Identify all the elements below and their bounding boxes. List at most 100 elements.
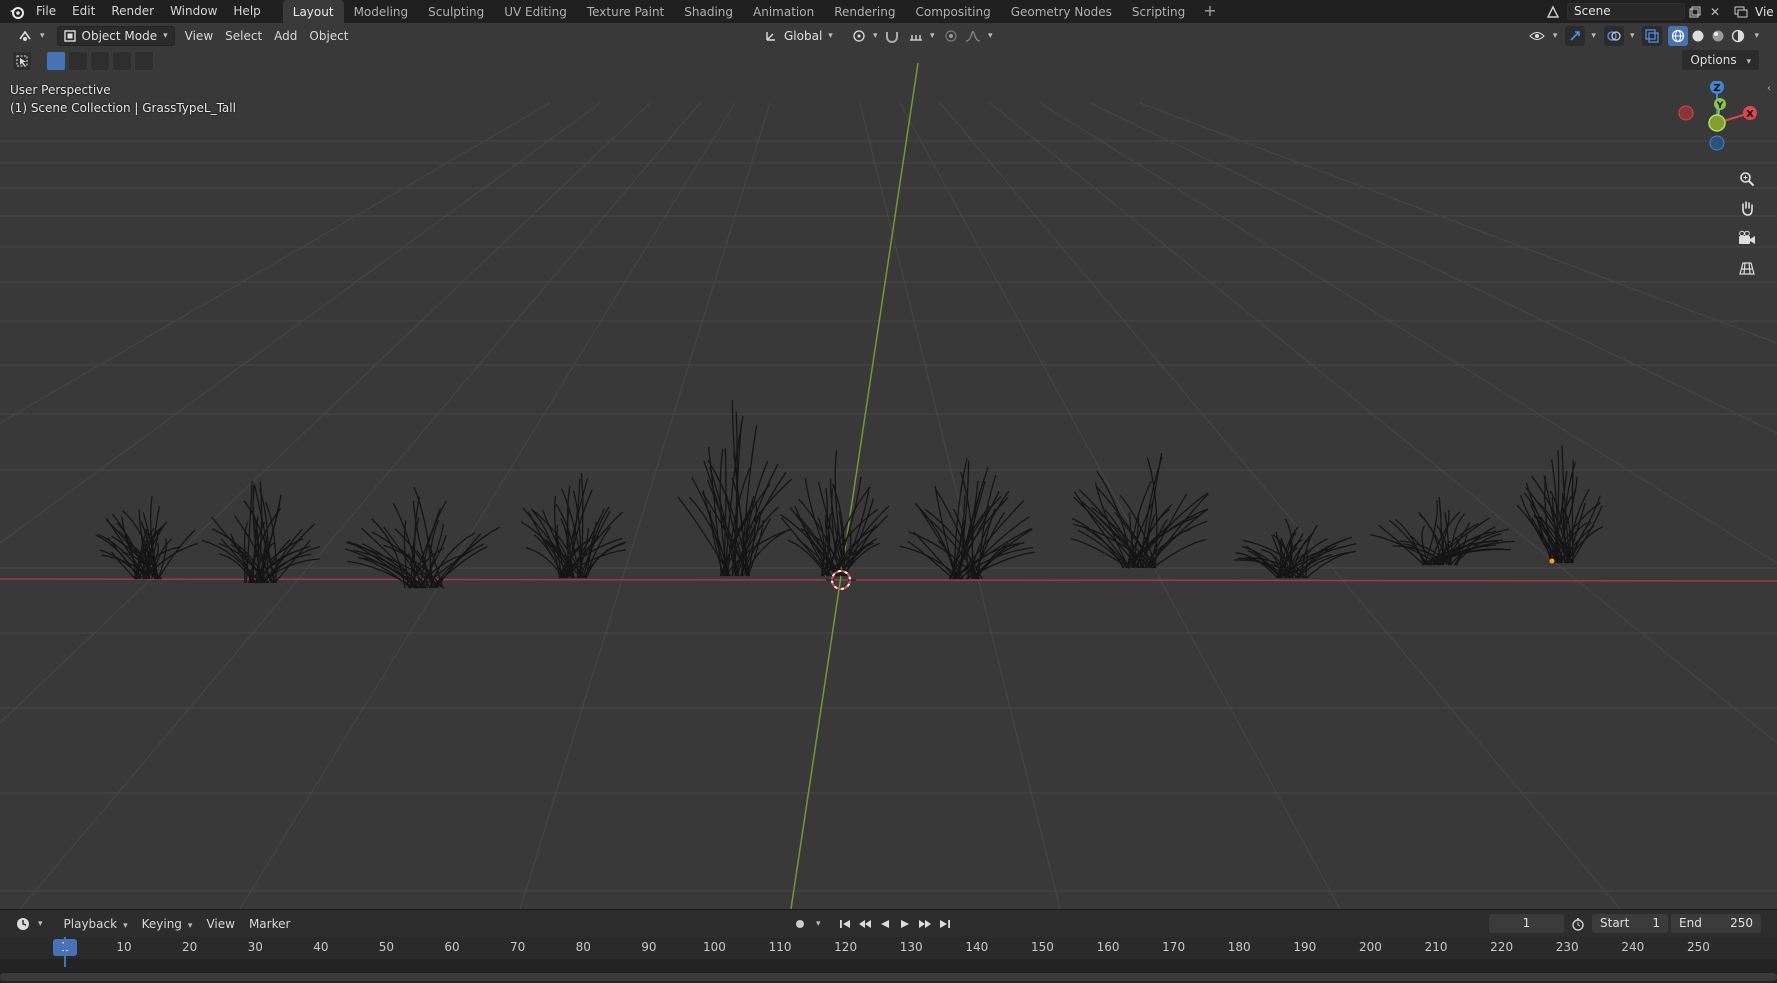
falloff-button[interactable]: ▾ [958, 26, 999, 46]
wireframe-shading-icon[interactable] [1668, 26, 1689, 46]
ruler-tick-label: 180 [1227, 940, 1251, 954]
playback-menu[interactable]: Playback ▾ [57, 917, 135, 931]
mode-label: Object Mode [81, 29, 158, 43]
tab-modeling[interactable]: Modeling [344, 0, 419, 23]
ruler-tick-label: 220 [1490, 940, 1514, 954]
mode-dropdown[interactable]: Object Mode ▾ [56, 26, 175, 46]
timeline-track-area[interactable] [0, 937, 1777, 983]
play-reverse-icon[interactable] [875, 914, 895, 934]
perspective-label: User Perspective [10, 83, 111, 97]
ruler-tick-label: 230 [1555, 940, 1579, 954]
stopwatch-icon[interactable] [1568, 914, 1588, 934]
tab-shading[interactable]: Shading [674, 0, 743, 23]
ruler-tick-label: 200 [1358, 940, 1382, 954]
tab-uv-editing[interactable]: UV Editing [494, 0, 577, 23]
tab-layout[interactable]: Layout [282, 0, 344, 23]
view-menu[interactable]: View [179, 26, 219, 46]
current-frame-field[interactable]: 1 [1489, 914, 1564, 933]
editor-type-button[interactable]: ▾ [12, 26, 51, 46]
new-scene-icon[interactable] [1685, 2, 1705, 22]
menu-window[interactable]: Window [162, 0, 225, 23]
menu-help[interactable]: Help [225, 0, 268, 23]
timeline-editor-type-button[interactable]: ▾ [10, 914, 49, 934]
end-frame-field[interactable]: End 250 [1671, 914, 1761, 933]
play-icon[interactable] [895, 914, 915, 934]
camera-icon[interactable] [1735, 226, 1759, 250]
navigation-gizmo[interactable]: Z Y X [1672, 81, 1768, 165]
delete-scene-icon[interactable]: ✕ [1705, 2, 1725, 22]
zoom-icon[interactable] [1735, 167, 1759, 191]
ruler-tick-label: 50 [378, 940, 395, 954]
tab-texture-paint[interactable]: Texture Paint [577, 0, 674, 23]
timeline-scrollbar[interactable] [0, 973, 1777, 981]
next-keyframe-icon[interactable] [915, 914, 935, 934]
grass-blade [1077, 529, 1130, 569]
gizmo-toggle-icon[interactable] [1565, 26, 1586, 46]
pan-hand-icon[interactable] [1735, 196, 1759, 220]
xray-toggle-icon[interactable] [1642, 26, 1663, 46]
workspace-tabs: Layout Modeling Sculpting UV Editing Tex… [282, 0, 1225, 23]
rendered-shading-icon[interactable] [1728, 26, 1748, 46]
timeline-view-menu[interactable]: View [199, 917, 241, 931]
options-dropdown[interactable]: Options ▾ [1682, 50, 1759, 70]
select-tool-icon[interactable] [12, 51, 32, 71]
record-keyframe-icon[interactable] [790, 914, 810, 934]
select-mode-intersect-icon[interactable] [134, 51, 154, 71]
magnet-icon [886, 32, 898, 43]
ruler-tick-label: 160 [1096, 940, 1120, 954]
view-layer-icon[interactable] [1731, 2, 1751, 22]
tab-scripting[interactable]: Scripting [1122, 0, 1195, 23]
orientation-dropdown[interactable]: Global ▾ [758, 26, 839, 46]
ruler-tick-label: 20 [181, 940, 198, 954]
scene-icon[interactable] [1543, 2, 1563, 22]
menu-edit[interactable]: Edit [64, 0, 103, 23]
select-mode-extend-icon[interactable] [68, 51, 88, 71]
editor-type-icon [19, 30, 31, 41]
grass-blade [1141, 453, 1163, 569]
sidebar-toggle-icon[interactable]: ‹ [1767, 83, 1771, 94]
3d-viewport[interactable]: ▾ Object Mode ▾ View Select Add Object G… [0, 23, 1777, 909]
playback-controls: ▾ [790, 914, 955, 933]
tab-geometry-nodes[interactable]: Geometry Nodes [1001, 0, 1122, 23]
frame-ruler[interactable]: 1 10203040506070809010011012013014015016… [0, 937, 1777, 959]
select-mode-subtract-icon[interactable] [90, 51, 110, 71]
keying-menu[interactable]: Keying ▾ [135, 917, 200, 931]
select-mode-invert-icon[interactable] [112, 51, 132, 71]
end-label: End [1679, 916, 1702, 930]
tool-settings-row [0, 49, 154, 73]
orientation-label: Global [784, 29, 823, 43]
jump-end-icon[interactable] [935, 914, 955, 934]
material-shading-icon[interactable] [1708, 26, 1728, 46]
select-menu[interactable]: Select [219, 26, 268, 46]
view-layer-field[interactable]: Vie [1751, 5, 1777, 19]
add-workspace-button[interactable]: + [1195, 0, 1224, 23]
playback-label: Playback [63, 916, 118, 931]
playhead-line [64, 937, 66, 967]
viewport-right-header: ▾ ▾ ▾ ▾ [1527, 26, 1759, 46]
visibility-filter-icon[interactable] [1527, 26, 1547, 46]
menu-file[interactable]: File [28, 0, 64, 23]
tab-rendering[interactable]: Rendering [824, 0, 905, 23]
tab-compositing[interactable]: Compositing [905, 0, 1000, 23]
start-frame-field[interactable]: Start 1 [1592, 914, 1668, 933]
scene-name-field[interactable]: Scene [1567, 3, 1685, 20]
blender-logo-icon[interactable] [6, 0, 28, 23]
overlays-toggle-icon[interactable] [1603, 26, 1624, 46]
prev-keyframe-icon[interactable] [855, 914, 875, 934]
add-menu[interactable]: Add [268, 26, 303, 46]
snap-target-button[interactable]: ▾ [902, 26, 941, 46]
object-mode-icon [63, 30, 76, 42]
grid-persp-icon[interactable] [1735, 256, 1759, 280]
scene-selector-area: Scene ✕ Vie [1543, 0, 1777, 23]
tab-sculpting[interactable]: Sculpting [418, 0, 494, 23]
marker-menu[interactable]: Marker [242, 917, 297, 931]
select-mode-new-icon[interactable] [46, 51, 66, 71]
solid-shading-icon[interactable] [1688, 26, 1708, 46]
menu-render[interactable]: Render [103, 0, 162, 23]
object-menu[interactable]: Object [303, 26, 354, 46]
jump-start-icon[interactable] [835, 914, 855, 934]
timeline-editor: ▾ Playback ▾ Keying ▾ View Marker ▾ 1 Star… [0, 909, 1777, 983]
ruler-tick-label: 60 [444, 940, 460, 954]
tab-animation[interactable]: Animation [743, 0, 824, 23]
ruler-tick-label: 150 [1030, 940, 1054, 954]
